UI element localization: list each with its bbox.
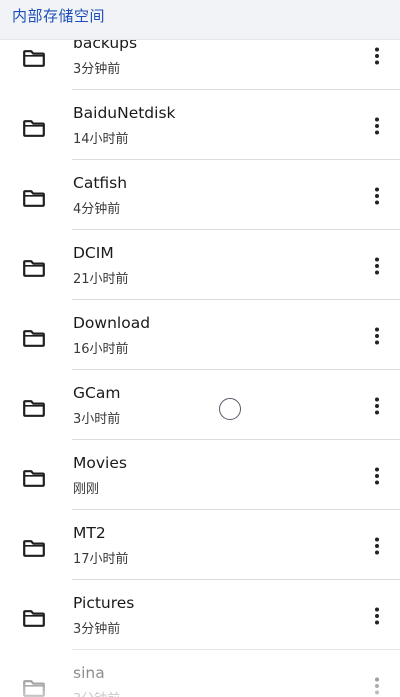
file-row[interactable]: MT2 17小时前 [0,510,400,580]
file-modified-time: 刚刚 [73,482,100,497]
file-modified-time: 4分钟前 [73,202,121,217]
top-bar: 内部存储空间 [0,0,400,40]
file-row[interactable]: Catfish 4分钟前 [0,160,400,230]
file-name: Download [73,314,151,332]
folder-icon [23,540,45,557]
file-modified-time: 3分钟前 [73,622,121,637]
more-options-icon[interactable] [367,676,387,696]
file-name: BaiduNetdisk [73,104,176,122]
file-modified-time: 3小时前 [73,412,121,427]
file-row[interactable]: Download 16小时前 [0,300,400,370]
more-options-icon[interactable] [367,396,387,416]
folder-icon [23,400,45,417]
folder-icon [23,50,45,67]
file-row[interactable]: BaiduNetdisk 14小时前 [0,90,400,160]
file-name: MT2 [73,524,106,542]
file-name: GCam [73,384,121,402]
file-name: Catfish [73,174,128,192]
file-row[interactable]: backups 3分钟前 [0,40,400,90]
folder-icon [23,470,45,487]
file-row[interactable]: Pictures 3分钟前 [0,580,400,650]
more-options-icon[interactable] [367,46,387,66]
folder-icon [23,190,45,207]
folder-icon [23,260,45,277]
file-row[interactable]: sina 3分钟前 [0,650,400,697]
file-name: sina [73,664,105,682]
file-modified-time: 17小时前 [73,552,129,567]
storage-location-title[interactable]: 内部存储空间 [12,5,105,26]
file-modified-time: 3分钟前 [73,688,120,697]
file-name: Pictures [73,594,135,612]
file-list[interactable]: backups 3分钟前 BaiduNetdisk 14小时前 Catfish 4分钟前 D… [0,40,400,697]
more-options-icon[interactable] [367,116,387,136]
file-row[interactable]: DCIM 21小时前 [0,230,400,300]
file-modified-time: 3分钟前 [73,62,121,77]
more-options-icon[interactable] [367,186,387,206]
file-modified-time: 16小时前 [73,342,129,357]
file-name: Movies [73,454,127,472]
file-row[interactable]: GCam 3小时前 [0,370,400,440]
file-row[interactable]: Movies 刚刚 [0,440,400,510]
file-modified-time: 21小时前 [73,272,129,287]
more-options-icon[interactable] [367,606,387,626]
folder-icon [23,680,45,697]
more-options-icon[interactable] [367,256,387,276]
file-modified-time: 14小时前 [73,132,129,147]
folder-icon [23,120,45,137]
touch-indicator [219,398,241,420]
file-name: DCIM [73,244,114,262]
folder-icon [23,610,45,627]
file-name: backups [73,40,138,52]
more-options-icon[interactable] [367,536,387,556]
more-options-icon[interactable] [367,466,387,486]
folder-icon [23,330,45,347]
more-options-icon[interactable] [367,326,387,346]
